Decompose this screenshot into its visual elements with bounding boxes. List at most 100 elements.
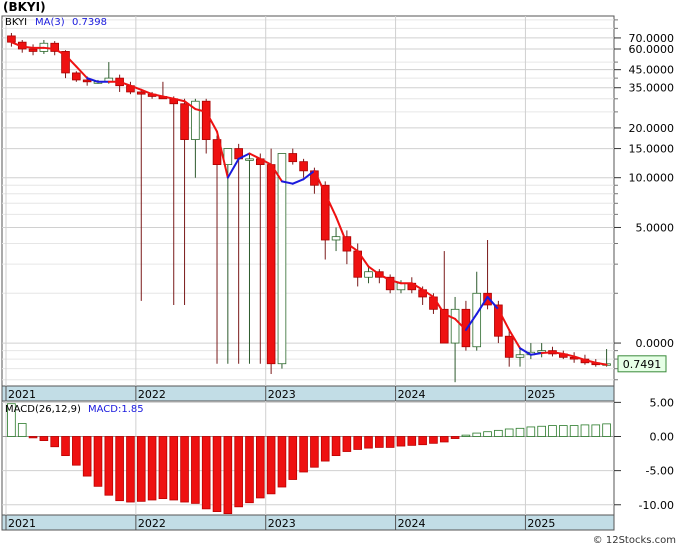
macd-bar	[126, 436, 135, 503]
macd-bar	[299, 436, 308, 473]
macd-bar	[93, 436, 103, 487]
price-tick-label: 0.0000	[636, 337, 675, 350]
macd-bar	[104, 436, 114, 496]
macd-legend-label: MACD(26,12,9)	[5, 404, 81, 415]
candle-body	[82, 79, 92, 83]
macd-bar	[450, 436, 460, 439]
macd-bar	[418, 436, 427, 446]
macd-bar	[483, 431, 492, 437]
candle-body	[136, 91, 146, 95]
macd-bar	[115, 436, 124, 502]
ma-segment	[540, 351, 554, 355]
macd-bar	[461, 434, 471, 437]
price-tick-label: 20.0000	[629, 122, 675, 135]
macd-bar	[320, 436, 330, 462]
macd-bar	[256, 436, 265, 499]
macd-x-tick-label: 2025	[527, 517, 555, 530]
macd-bar	[136, 436, 146, 502]
price-tick-label: 15.0000	[629, 143, 675, 156]
macd-bar	[191, 436, 200, 504]
candle-body	[180, 103, 189, 140]
candle-body	[288, 153, 298, 163]
macd-bar	[602, 423, 611, 437]
macd-bar	[472, 432, 482, 437]
macd-bar	[17, 423, 27, 437]
macd-bar	[266, 436, 276, 495]
legend-ma-label: MA(3)	[35, 17, 65, 28]
candle-body	[201, 100, 211, 140]
candle-body	[472, 292, 482, 348]
price-pane	[1, 15, 615, 387]
price-tick-label: 60.0000	[629, 43, 675, 56]
macd-x-tick-label: 2022	[138, 517, 166, 530]
macd-bar	[277, 436, 287, 488]
candle-body	[364, 271, 373, 278]
price-x-tick-label: 2023	[268, 388, 296, 401]
macd-bar	[61, 436, 70, 457]
macd-bar	[580, 424, 590, 437]
legend-ma-value: 0.7398	[72, 17, 107, 28]
macd-bar	[407, 436, 417, 446]
macd-x-tick-label: 2021	[8, 517, 36, 530]
macd-bar	[50, 436, 59, 448]
macd-tick-label: 5.00	[650, 396, 675, 409]
macd-bar	[180, 436, 189, 503]
macd-bar	[439, 436, 449, 443]
macd-bar	[158, 436, 168, 500]
macd-bar	[526, 426, 536, 437]
macd-tick-label: -5.00	[646, 465, 674, 478]
candle-body	[28, 48, 38, 52]
candle-body	[504, 335, 514, 358]
macd-bar	[39, 436, 49, 441]
macd-bar	[396, 436, 406, 447]
candle-body	[72, 72, 81, 81]
macd-bar	[288, 436, 298, 480]
macd-bar	[234, 436, 243, 508]
candle-body	[266, 164, 276, 365]
macd-bar	[494, 429, 503, 437]
macd-bar	[169, 436, 179, 501]
macd-bar	[364, 436, 373, 449]
candle-body	[299, 161, 308, 172]
macd-bar	[559, 425, 568, 437]
watermark: © 12Stocks.com	[593, 535, 676, 546]
macd-bar	[82, 436, 92, 477]
macd-x-tick-label: 2023	[268, 517, 296, 530]
candle-body	[277, 153, 287, 365]
ma-segment	[42, 46, 56, 51]
price-x-tick-label: 2024	[398, 388, 426, 401]
macd-x-tick-label: 2024	[398, 517, 426, 530]
macd-bar	[591, 424, 601, 437]
macd-bar	[212, 436, 222, 512]
macd-tick-label: 0.00	[650, 430, 675, 443]
macd-bar	[548, 425, 557, 437]
macd-x-axis-band	[1, 514, 615, 531]
macd-bar	[504, 428, 514, 437]
macd-bar	[331, 436, 341, 457]
chart-title: (BKYI)	[3, 0, 46, 14]
price-x-tick-label: 2025	[527, 388, 555, 401]
macd-tick-label: -10.00	[639, 499, 674, 512]
macd-bar	[353, 436, 362, 450]
macd-bar	[385, 436, 395, 448]
price-x-tick-label: 2022	[138, 388, 166, 401]
price-tick-label: 35.0000	[629, 82, 675, 95]
candle-body	[245, 158, 254, 161]
macd-bar	[201, 436, 211, 510]
macd-bar	[429, 436, 438, 444]
macd-bar	[342, 436, 352, 452]
candle-body	[515, 354, 525, 358]
macd-bar	[72, 436, 81, 466]
macd-bar	[147, 436, 157, 501]
macd-bar	[569, 425, 579, 437]
candle-body	[331, 236, 341, 241]
chart-canvas: 70.000060.000045.000035.000020.000015.00…	[1, 0, 676, 546]
legend-ticker: BKYI	[5, 17, 27, 28]
macd-bar	[223, 436, 233, 515]
macd-bar	[28, 436, 38, 439]
macd-bar	[515, 427, 525, 437]
macd-bar	[375, 436, 384, 448]
price-tick-label: 10.0000	[629, 172, 675, 185]
price-tick-label: 5.0000	[636, 221, 675, 234]
price-x-axis-band	[1, 385, 615, 402]
